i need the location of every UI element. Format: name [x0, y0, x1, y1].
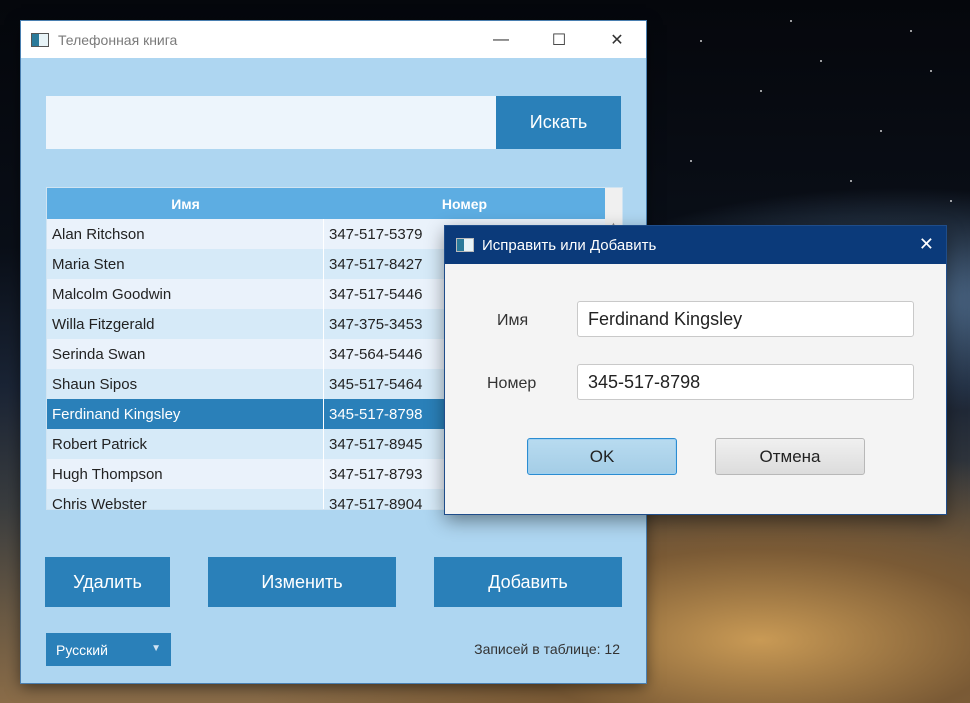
- cell-name: Ferdinand Kingsley: [47, 399, 324, 429]
- cell-name: Alan Ritchson: [47, 219, 324, 249]
- edit-add-dialog: Исправить или Добавить ✕ Имя Номер OK От…: [445, 226, 946, 514]
- language-value: Русский: [56, 641, 108, 658]
- ok-button[interactable]: OK: [527, 438, 677, 475]
- maximize-button[interactable]: ☐: [530, 21, 588, 58]
- dialog-app-icon: [456, 238, 474, 252]
- cancel-button[interactable]: Отмена: [715, 438, 865, 475]
- number-label: Номер: [487, 375, 537, 392]
- main-titlebar[interactable]: Телефонная книга — ☐ ✕: [21, 21, 646, 58]
- close-button[interactable]: ✕: [588, 21, 646, 58]
- minimize-icon: —: [493, 30, 509, 48]
- maximize-icon: ☐: [551, 31, 567, 49]
- column-header-number[interactable]: Номер: [324, 188, 605, 219]
- chevron-down-icon: ▼: [151, 643, 161, 654]
- language-select[interactable]: Русский ▼: [46, 633, 171, 666]
- dialog-title: Исправить или Добавить: [482, 236, 657, 254]
- search-button[interactable]: Искать: [496, 96, 621, 149]
- record-count: Записей в таблице: 12: [474, 641, 620, 657]
- cell-name: Chris Webster: [47, 489, 324, 509]
- table-header: Имя Номер: [47, 188, 622, 219]
- delete-button[interactable]: Удалить: [45, 557, 170, 607]
- edit-button[interactable]: Изменить: [208, 557, 396, 607]
- number-field[interactable]: [577, 364, 914, 400]
- search-input[interactable]: [46, 96, 496, 149]
- scrollbar-corner: [605, 188, 622, 219]
- cell-name: Hugh Thompson: [47, 459, 324, 489]
- cell-name: Robert Patrick: [47, 429, 324, 459]
- dialog-titlebar[interactable]: Исправить или Добавить ✕: [445, 226, 946, 264]
- window-title: Телефонная книга: [58, 31, 178, 48]
- cell-name: Shaun Sipos: [47, 369, 324, 399]
- column-header-name[interactable]: Имя: [47, 188, 324, 219]
- cell-name: Maria Sten: [47, 249, 324, 279]
- close-icon: ✕: [610, 31, 624, 49]
- cell-name: Willa Fitzgerald: [47, 309, 324, 339]
- add-button[interactable]: Добавить: [434, 557, 622, 607]
- cell-name: Malcolm Goodwin: [47, 279, 324, 309]
- minimize-button[interactable]: —: [472, 21, 530, 58]
- name-field[interactable]: [577, 301, 914, 337]
- app-icon: [31, 32, 49, 47]
- cell-name: Serinda Swan: [47, 339, 324, 369]
- name-label: Имя: [497, 312, 529, 329]
- dialog-close-icon[interactable]: ✕: [919, 234, 934, 255]
